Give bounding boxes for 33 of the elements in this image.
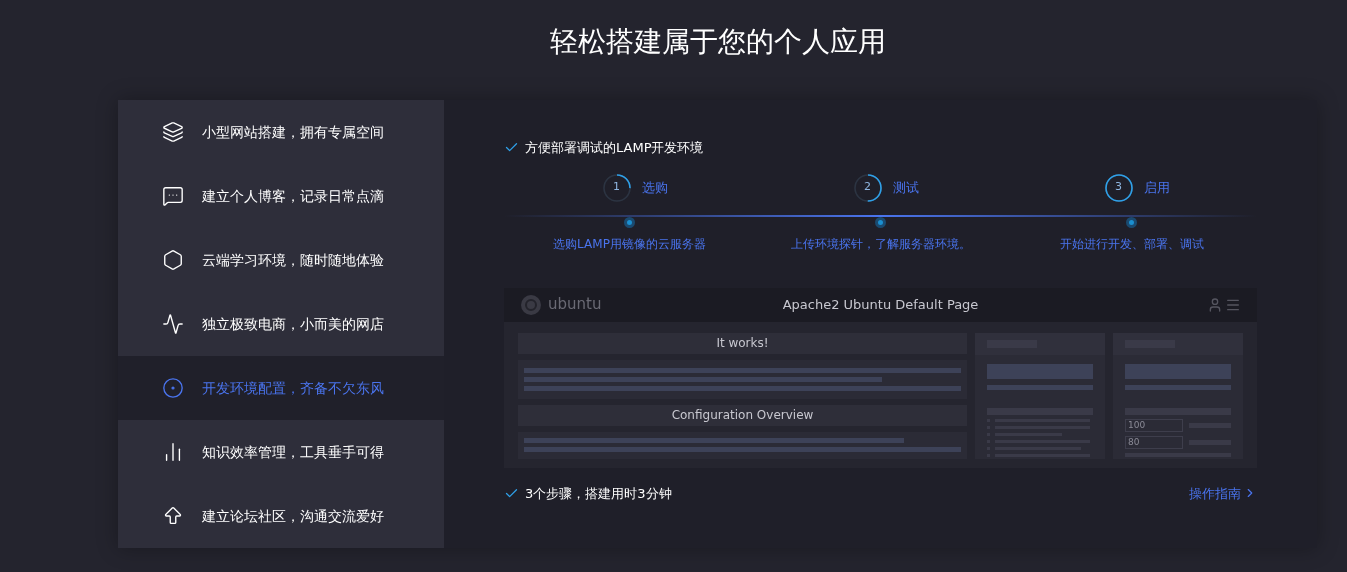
step-name: 测试 xyxy=(892,178,919,197)
input-field: 80 xyxy=(1125,435,1183,449)
user-icon xyxy=(1207,296,1223,313)
hexagon-icon xyxy=(162,249,184,271)
step-description: 上传环境探针，了解服务器环境。 xyxy=(790,235,971,253)
step-description: 选购LAMP用镜像的云服务器 xyxy=(553,235,706,253)
step-description: 开始进行开发、部署、调试 xyxy=(1059,235,1204,253)
preview-title: Apache2 Ubuntu Default Page xyxy=(781,295,980,314)
summary-text: 3个步骤，搭建用时3分钟 xyxy=(525,484,673,503)
step-name: 启用 xyxy=(1143,178,1170,197)
up-arrow-icon xyxy=(162,505,184,527)
logo-icon xyxy=(520,293,542,316)
step-name: 选购 xyxy=(641,178,668,197)
step-number: 1 xyxy=(613,179,620,196)
menu-item[interactable]: 知识效率管理，工具垂手可得 xyxy=(118,420,444,484)
feature-headline: 方便部署调试的LAMP开发环境 xyxy=(525,139,704,157)
input-field: 100 xyxy=(1125,418,1183,432)
menu-item[interactable]: 建立个人博客，记录日常点滴 xyxy=(118,164,444,228)
section-header: Configuration Overview xyxy=(518,404,967,426)
guide-link[interactable]: 操作指南 xyxy=(1189,483,1257,503)
menu-item[interactable]: 小型网站搭建，拥有专属空间 xyxy=(118,100,444,164)
trend-icon xyxy=(162,313,184,335)
circle-icon xyxy=(162,377,184,399)
page-title: 轻松搭建属于您的个人应用 xyxy=(549,24,886,60)
step-number: 3 xyxy=(1115,179,1122,196)
chat-icon xyxy=(162,185,184,207)
logo-text: ubuntu xyxy=(548,294,602,316)
menu-item[interactable]: 建立论坛社区，沟通交流爱好 xyxy=(118,484,444,548)
layers-icon xyxy=(162,121,184,143)
section-header: It works! xyxy=(518,332,967,354)
step-number: 2 xyxy=(864,179,871,196)
menu-item[interactable]: 独立极致电商，小而美的网店 xyxy=(118,292,444,356)
menu-item[interactable]: 云端学习环境，随时随地体验 xyxy=(118,228,444,292)
